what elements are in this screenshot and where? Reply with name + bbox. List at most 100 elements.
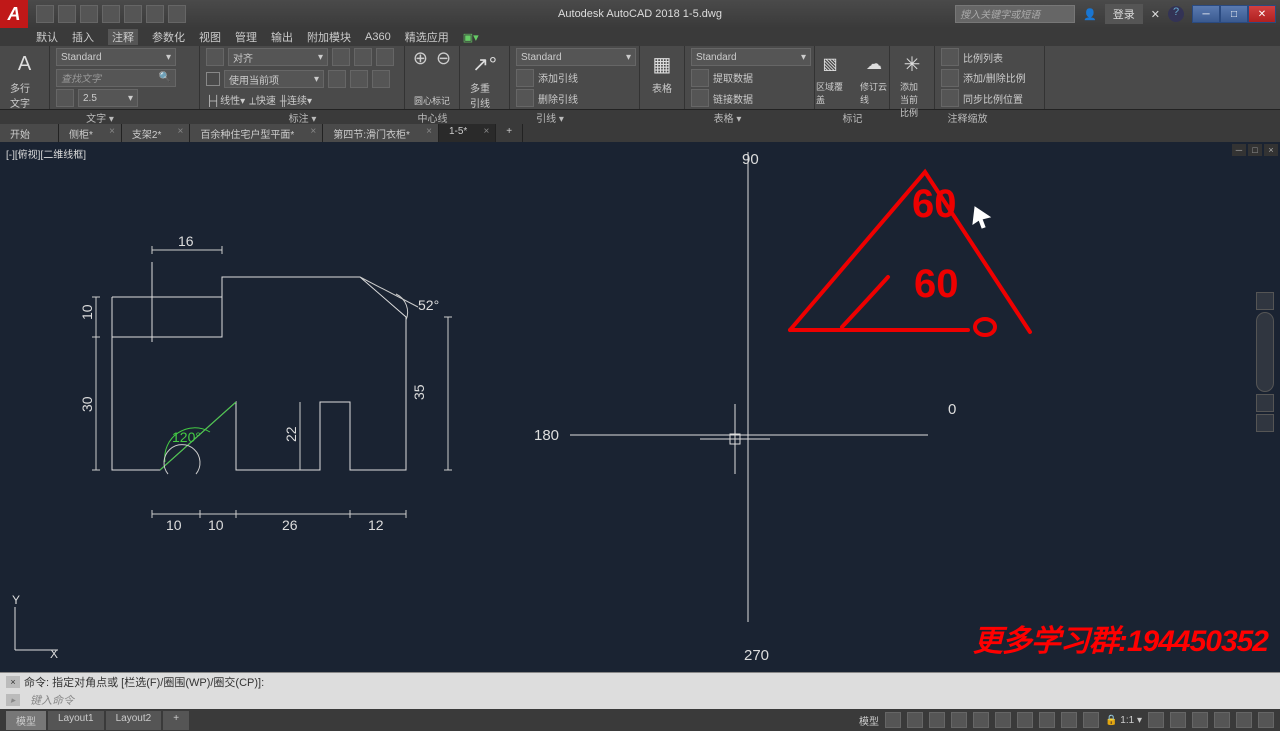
close-icon[interactable]: × — [109, 126, 115, 137]
wipeout-button[interactable]: ▧区域覆盖 — [812, 48, 848, 108]
dim-b6[interactable] — [372, 70, 390, 88]
doctab-2[interactable]: 支架2*× — [122, 124, 190, 142]
close-icon[interactable]: × — [483, 126, 489, 137]
annomon-icon[interactable] — [1083, 712, 1099, 728]
command-input[interactable]: ▸键入命令 — [0, 691, 1280, 709]
dim-b2[interactable] — [354, 48, 372, 66]
link-label[interactable]: 链接数据 — [713, 91, 753, 106]
cycling-icon[interactable] — [1061, 712, 1077, 728]
drawing-viewport[interactable]: [-][俯视][二维线框] ─ □ × — [0, 142, 1280, 672]
find-text-input[interactable]: 查找文字🔍 — [56, 69, 176, 87]
layout-model[interactable]: 模型 — [6, 711, 46, 730]
layout-add[interactable]: + — [163, 711, 189, 730]
qat-open-icon[interactable] — [58, 5, 76, 23]
polar-icon[interactable] — [951, 712, 967, 728]
extract-label[interactable]: 提取数据 — [713, 70, 753, 85]
new-tab-button[interactable]: + — [496, 124, 523, 142]
gear-icon[interactable] — [1148, 712, 1164, 728]
addscale-button[interactable]: ✳添加当前比例 — [896, 48, 928, 121]
close-icon[interactable]: × — [310, 126, 316, 137]
nav-wheel[interactable] — [1256, 312, 1274, 392]
add-leader-label[interactable]: 添加引线 — [538, 70, 578, 85]
close-icon[interactable]: × — [178, 126, 184, 137]
layout-2[interactable]: Layout2 — [106, 711, 162, 730]
qat-undo-icon[interactable] — [146, 5, 164, 23]
dim-b3[interactable] — [376, 48, 394, 66]
dim-style-dropdown[interactable]: 对齐▾ — [228, 48, 328, 66]
panel-center[interactable]: 中心线 — [405, 110, 460, 124]
dim-b5[interactable] — [350, 70, 368, 88]
text-height-icon[interactable] — [56, 89, 74, 107]
centerline-icon[interactable]: ⊖ — [436, 48, 451, 69]
tab-a360[interactable]: A360 — [365, 31, 391, 43]
doctab-1[interactable]: 侧柜*× — [59, 124, 122, 142]
use-current-dropdown[interactable]: 使用当前项▾ — [224, 70, 324, 88]
tab-insert[interactable]: 插入 — [72, 29, 94, 45]
custom-icon[interactable] — [1258, 712, 1274, 728]
addrm-icon[interactable] — [941, 69, 959, 87]
tab-featured[interactable]: 精选应用 — [405, 29, 449, 45]
text-size-dropdown[interactable]: 2.5▾ — [78, 89, 138, 107]
text-style-dropdown[interactable]: Standard▾ — [56, 48, 176, 66]
leader-style-dropdown[interactable]: Standard▾ — [516, 48, 636, 66]
centermark-icon[interactable]: ⊕ — [413, 48, 428, 69]
add-leader-icon[interactable] — [516, 69, 534, 87]
tab-parametric[interactable]: 参数化 — [152, 29, 185, 45]
user-icon[interactable]: 👤 — [1083, 8, 1097, 21]
login-button[interactable]: 登录 — [1105, 4, 1143, 24]
model-toggle[interactable]: 模型 — [859, 713, 879, 728]
cmd-close-icon[interactable]: × — [6, 676, 20, 688]
panel-leader[interactable]: 引线 ▾ — [460, 110, 640, 124]
nav-pan-icon[interactable] — [1256, 394, 1274, 412]
tab-default[interactable]: 默认 — [36, 29, 58, 45]
sync-label[interactable]: 同步比例位置 — [963, 91, 1023, 106]
scalelist-icon[interactable] — [941, 48, 959, 66]
sync-icon[interactable] — [941, 89, 959, 107]
osnap-icon[interactable] — [973, 712, 989, 728]
link-icon[interactable] — [691, 89, 709, 107]
clean-icon[interactable] — [1236, 712, 1252, 728]
snap-icon[interactable] — [907, 712, 923, 728]
tab-addins[interactable]: 附加模块 — [307, 29, 351, 45]
qat-new-icon[interactable] — [36, 5, 54, 23]
hardware-icon[interactable] — [1214, 712, 1230, 728]
scale-dropdown[interactable]: 🔒 1:1 ▾ — [1105, 715, 1142, 726]
nav-home-icon[interactable] — [1256, 292, 1274, 310]
vp-close-icon[interactable]: × — [1264, 144, 1278, 156]
doctab-start[interactable]: 开始 — [0, 124, 59, 142]
workspace-icon[interactable] — [1170, 712, 1186, 728]
addrm-label[interactable]: 添加/删除比例 — [963, 70, 1026, 85]
minimize-button[interactable]: ─ — [1192, 5, 1220, 23]
panel-markup[interactable]: 标记 — [815, 110, 890, 124]
doctab-3[interactable]: 百余种住宅户型平面*× — [190, 124, 323, 142]
qat-redo-icon[interactable] — [168, 5, 186, 23]
continue-button[interactable]: ╫连续▾ — [280, 92, 312, 107]
grid-icon[interactable] — [885, 712, 901, 728]
mtext-button[interactable]: A 多行文字 — [6, 48, 43, 112]
quick-button[interactable]: ⟂快速 — [249, 92, 276, 107]
maximize-button[interactable]: □ — [1220, 5, 1248, 23]
panel-dim[interactable]: 标注 ▾ — [200, 110, 405, 124]
tab-view[interactable]: 视图 — [199, 29, 221, 45]
isolate-icon[interactable] — [1192, 712, 1208, 728]
table-style-dropdown[interactable]: Standard▾ — [691, 48, 811, 66]
layout-1[interactable]: Layout1 — [48, 711, 104, 730]
tab-manage[interactable]: 管理 — [235, 29, 257, 45]
doctab-4[interactable]: 第四节:滑门衣柜*× — [323, 124, 439, 142]
otrack-icon[interactable] — [995, 712, 1011, 728]
checkbox-current[interactable] — [206, 72, 220, 86]
doctab-5[interactable]: 1-5*× — [439, 124, 496, 142]
tab-annotate[interactable]: 注释 — [108, 29, 138, 45]
dim-b1[interactable] — [332, 48, 350, 66]
revcloud-button[interactable]: ☁修订云线 — [856, 48, 892, 108]
transp-icon[interactable] — [1039, 712, 1055, 728]
app-logo[interactable]: A — [0, 0, 28, 28]
qat-saveas-icon[interactable] — [102, 5, 120, 23]
close-icon[interactable]: × — [426, 126, 432, 137]
exchange-icon[interactable]: ✕ — [1151, 8, 1160, 21]
table-button[interactable]: ▦表格 — [646, 48, 678, 97]
remove-leader-icon[interactable] — [516, 89, 534, 107]
cmd-toggle-icon[interactable]: ▸ — [6, 694, 20, 706]
tab-more-icon[interactable]: ▣▾ — [463, 31, 479, 44]
search-input[interactable]: 搜入关键字或短语 — [955, 5, 1075, 23]
